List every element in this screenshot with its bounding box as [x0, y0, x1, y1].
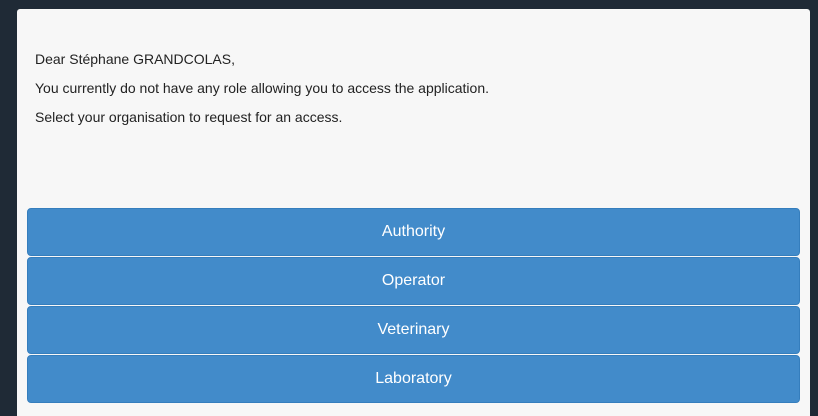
- greeting-text: Dear Stéphane GRANDCOLAS,: [35, 51, 235, 67]
- organisation-options: Authority Operator Veterinary Laboratory: [27, 208, 800, 404]
- authority-button[interactable]: Authority: [27, 208, 800, 256]
- access-message: Dear Stéphane GRANDCOLAS, You currently …: [35, 51, 775, 138]
- veterinary-button[interactable]: Veterinary: [27, 306, 800, 354]
- access-request-panel: Dear Stéphane GRANDCOLAS, You currently …: [17, 9, 810, 416]
- laboratory-button[interactable]: Laboratory: [27, 355, 800, 403]
- no-role-text: You currently do not have any role allow…: [35, 80, 489, 96]
- operator-button[interactable]: Operator: [27, 257, 800, 305]
- instruction-text: Select your organisation to request for …: [35, 109, 343, 125]
